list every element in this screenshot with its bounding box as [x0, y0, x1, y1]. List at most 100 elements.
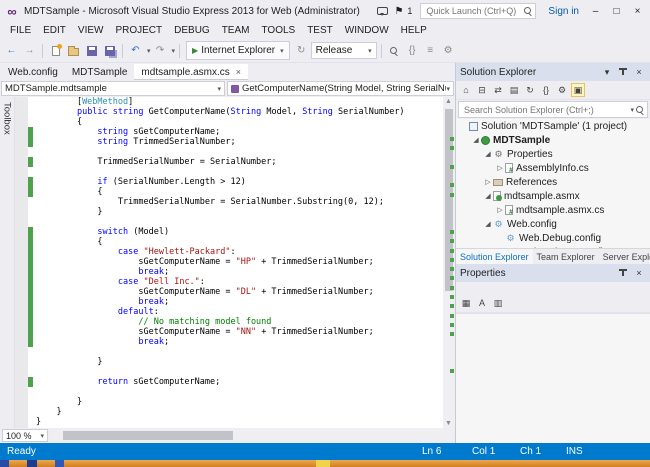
- tree-item[interactable]: ⚙Web.Debug.config: [456, 231, 650, 245]
- code-line: string TrimmedSerialNumber;: [36, 137, 443, 147]
- window-position-icon[interactable]: ▾: [600, 67, 614, 78]
- undo-dropdown-icon[interactable]: ▾: [147, 47, 151, 55]
- tree-item[interactable]: ▷AssemblyInfo.cs: [456, 161, 650, 175]
- notifications-flag-icon[interactable]: ⚑: [394, 6, 403, 17]
- menu-item-test[interactable]: TEST: [301, 24, 339, 37]
- menu-item-view[interactable]: VIEW: [72, 24, 110, 37]
- quick-launch-box[interactable]: [420, 3, 536, 19]
- tree-item[interactable]: ⚙Web.Release.config: [456, 245, 650, 248]
- show-all-files-icon[interactable]: ▤: [507, 83, 521, 97]
- hscrollbar-thumb[interactable]: [63, 431, 233, 440]
- new-file-icon[interactable]: [47, 42, 64, 59]
- zoom-combo[interactable]: 100 % ▾: [2, 429, 48, 442]
- se-tree: Solution 'MDTSample' (1 project)◢MDTSamp…: [456, 119, 650, 248]
- minimize-button[interactable]: –: [587, 6, 604, 17]
- pin-icon[interactable]: [616, 66, 630, 78]
- quick-launch-input[interactable]: [424, 5, 524, 17]
- toolbox-tab[interactable]: Toolbox: [0, 97, 15, 428]
- sign-in-link[interactable]: Sign in: [548, 6, 579, 17]
- start-debug-button[interactable]: ▶ Internet Explorer ▾: [186, 41, 290, 60]
- menu-item-window[interactable]: WINDOW: [339, 24, 395, 37]
- tree-expanded-icon[interactable]: ◢: [483, 150, 493, 158]
- undo-icon[interactable]: ↶: [127, 42, 144, 59]
- windows-taskbar[interactable]: [0, 460, 650, 467]
- menu-item-project[interactable]: PROJECT: [109, 24, 168, 37]
- tree-item[interactable]: Solution 'MDTSample' (1 project): [456, 119, 650, 133]
- tree-item[interactable]: ◢mdtsample.asmx: [456, 189, 650, 203]
- redo-dropdown-icon[interactable]: ▾: [172, 47, 176, 55]
- tree-item[interactable]: ▷mdtsample.asmx.cs: [456, 203, 650, 217]
- tree-item[interactable]: ▷References: [456, 175, 650, 189]
- tab-close-icon[interactable]: ×: [236, 67, 241, 77]
- change-bar: [28, 387, 33, 397]
- browser-refresh-icon[interactable]: ↻: [293, 42, 310, 59]
- tree-item[interactable]: ◢MDTSample: [456, 133, 650, 147]
- change-tick: [450, 267, 454, 271]
- tree-item[interactable]: ◢⚙Web.config: [456, 217, 650, 231]
- properties-pin-icon[interactable]: [616, 267, 630, 279]
- code-area[interactable]: [WebMethod] public string GetComputerNam…: [34, 97, 443, 428]
- taskbar-item[interactable]: [316, 460, 330, 467]
- feedback-icon[interactable]: [377, 7, 388, 15]
- preview-selected-icon[interactable]: ▣: [571, 83, 585, 97]
- home-icon[interactable]: ⌂: [459, 83, 473, 97]
- menu-item-file[interactable]: FILE: [4, 24, 37, 37]
- taskbar-item[interactable]: [55, 460, 64, 467]
- view-code-icon[interactable]: {}: [539, 83, 553, 97]
- menu-item-help[interactable]: HELP: [395, 24, 433, 37]
- tree-expanded-icon[interactable]: ◢: [483, 220, 493, 228]
- code-braces-icon[interactable]: {}: [404, 42, 421, 59]
- menu-item-edit[interactable]: EDIT: [37, 24, 72, 37]
- se-search-input[interactable]: [462, 104, 626, 116]
- alphabetical-icon[interactable]: A: [475, 296, 489, 310]
- close-panel-icon[interactable]: ×: [632, 67, 646, 77]
- menu-item-debug[interactable]: DEBUG: [168, 24, 216, 37]
- properties-window-icon[interactable]: ⚙: [555, 83, 569, 97]
- se-search-dropdown-icon[interactable]: ▾: [630, 106, 634, 114]
- tab-label: Web.config: [8, 67, 58, 78]
- close-button[interactable]: ×: [629, 6, 646, 17]
- tab-mdtsample[interactable]: MDTSample: [65, 64, 135, 80]
- editor-vscrollbar[interactable]: [443, 97, 455, 428]
- panel-tab-server-explorer[interactable]: Server Explorer: [599, 249, 650, 264]
- refresh-icon[interactable]: ↻: [523, 83, 537, 97]
- type-dropdown[interactable]: MDTSample.mdtsample ▾: [1, 81, 225, 96]
- options-gear-icon[interactable]: ⚙: [440, 42, 457, 59]
- se-search-box[interactable]: ▾: [458, 101, 648, 118]
- list-icon[interactable]: ≡: [422, 42, 439, 59]
- panel-tab-solution-explorer[interactable]: Solution Explorer: [456, 249, 533, 264]
- editor-hscrollbar[interactable]: [51, 429, 453, 442]
- redo-icon[interactable]: ↷: [152, 42, 169, 59]
- tree-expanded-icon[interactable]: ◢: [483, 192, 493, 200]
- tab-mdtsample.asmx.cs[interactable]: mdtsample.asmx.cs×: [134, 64, 248, 80]
- tree-collapsed-icon[interactable]: ▷: [495, 206, 505, 214]
- tab-web.config[interactable]: Web.config: [1, 64, 65, 80]
- status-bar: Ready Ln 6 Col 1 Ch 1 INS: [0, 443, 650, 460]
- property-pages-icon[interactable]: ▥: [491, 296, 505, 310]
- member-dropdown[interactable]: GetComputerName(String Model, String Ser…: [227, 81, 454, 96]
- open-file-icon[interactable]: [65, 42, 82, 59]
- tree-item[interactable]: ◢⚙Properties: [456, 147, 650, 161]
- menu-item-team[interactable]: TEAM: [216, 24, 256, 37]
- menu-item-tools[interactable]: TOOLS: [255, 24, 301, 37]
- code-line: [36, 367, 443, 377]
- tree-expanded-icon[interactable]: ◢: [471, 136, 481, 144]
- save-all-icon[interactable]: [101, 42, 118, 59]
- taskbar-item[interactable]: [27, 460, 37, 467]
- sync-icon[interactable]: ⇄: [491, 83, 505, 97]
- save-icon[interactable]: [83, 42, 100, 59]
- categorized-icon[interactable]: ▦: [459, 296, 473, 310]
- navigate-forward-icon[interactable]: →: [21, 42, 38, 59]
- find-icon[interactable]: [386, 42, 403, 59]
- configuration-combo[interactable]: Release ▾: [311, 42, 377, 59]
- breakpoint-margin[interactable]: [15, 97, 28, 428]
- taskbar-item[interactable]: [0, 460, 9, 467]
- collapse-all-icon[interactable]: ⊟: [475, 83, 489, 97]
- notification-count[interactable]: 1: [407, 6, 412, 16]
- panel-tab-team-explorer[interactable]: Team Explorer: [533, 249, 599, 264]
- properties-close-icon[interactable]: ×: [632, 268, 646, 278]
- tree-collapsed-icon[interactable]: ▷: [483, 178, 493, 186]
- tree-collapsed-icon[interactable]: ▷: [495, 164, 505, 172]
- navigate-backward-icon[interactable]: ←: [3, 42, 20, 59]
- maximize-button[interactable]: □: [608, 6, 625, 17]
